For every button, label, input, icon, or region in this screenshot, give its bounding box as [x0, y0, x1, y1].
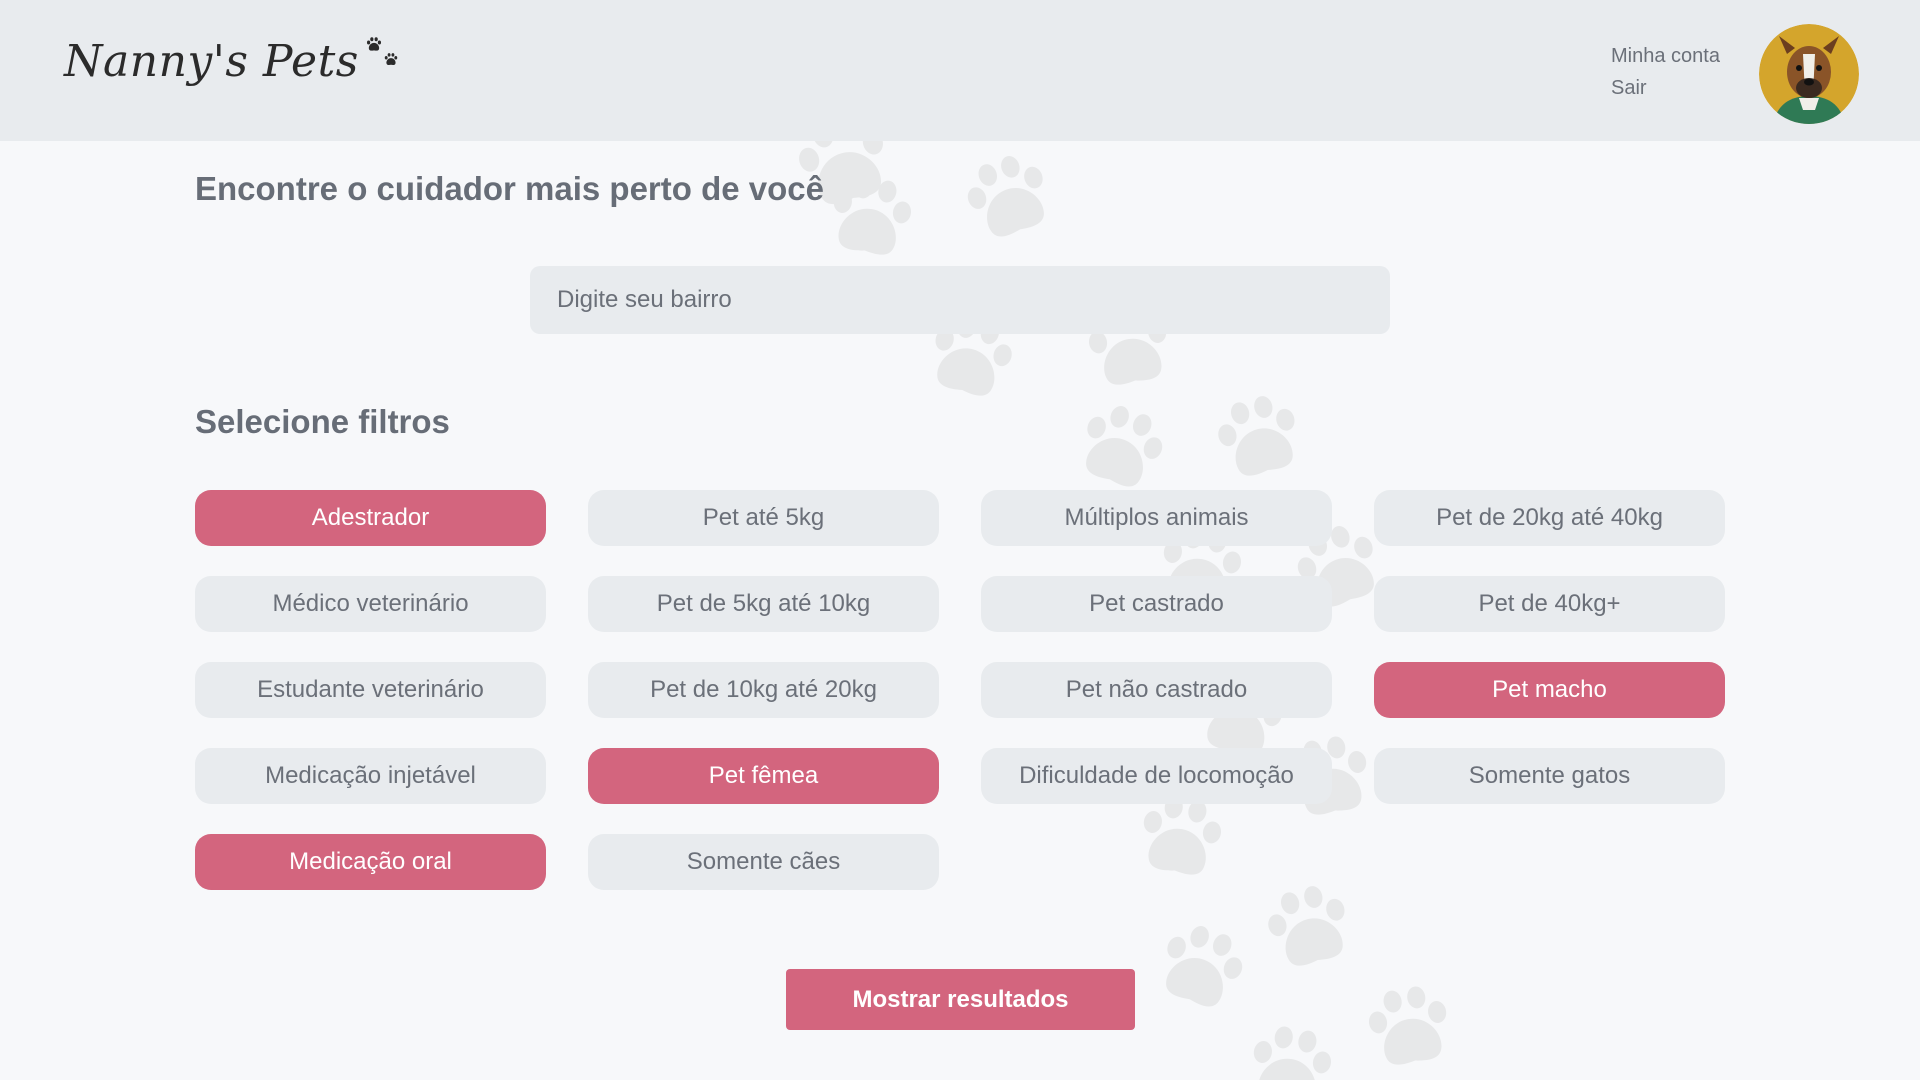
dog-avatar-icon	[1759, 24, 1859, 124]
filter-chip[interactable]: Pet de 5kg até 10kg	[588, 576, 939, 632]
filter-chip[interactable]: Medicação injetável	[195, 748, 546, 804]
logo[interactable]: Nanny's Pets	[64, 36, 407, 87]
app-header: Nanny's Pets Minha conta Sair	[0, 0, 1920, 141]
filter-chip[interactable]: Adestrador	[195, 490, 546, 546]
neighborhood-search-input[interactable]	[530, 266, 1390, 334]
filter-chip[interactable]: Pet de 10kg até 20kg	[588, 662, 939, 718]
filter-chip[interactable]: Pet não castrado	[981, 662, 1332, 718]
filter-chip[interactable]: Estudante veterinário	[195, 662, 546, 718]
filter-chip[interactable]: Pet fêmea	[588, 748, 939, 804]
my-account-link[interactable]: Minha conta	[1611, 40, 1720, 72]
account-menu: Minha conta Sair	[1611, 40, 1720, 104]
filter-chip[interactable]: Somente cães	[588, 834, 939, 890]
filter-chip[interactable]: Pet de 40kg+	[1374, 576, 1725, 632]
filter-chip[interactable]: Pet castrado	[981, 576, 1332, 632]
filter-chip[interactable]: Médico veterinário	[195, 576, 546, 632]
filter-chip[interactable]: Dificuldade de locomoção	[981, 748, 1332, 804]
search-title: Encontre o cuidador mais perto de você	[195, 170, 824, 207]
filter-chip[interactable]: Somente gatos	[1374, 748, 1725, 804]
avatar[interactable]	[1759, 24, 1859, 124]
filter-chip-grid: Adestrador Pet até 5kg Múltiplos animais…	[195, 490, 1725, 890]
filters-title: Selecione filtros	[195, 403, 450, 440]
show-results-button[interactable]: Mostrar resultados	[786, 969, 1135, 1030]
filter-chip[interactable]: Pet de 20kg até 40kg	[1374, 490, 1725, 546]
paw-print-icon	[363, 36, 407, 76]
filter-chip[interactable]: Pet macho	[1374, 662, 1725, 718]
filter-chip[interactable]: Pet até 5kg	[588, 490, 939, 546]
filter-chip[interactable]: Medicação oral	[195, 834, 546, 890]
logo-text: Nanny's Pets	[64, 36, 359, 87]
filter-chip[interactable]: Múltiplos animais	[981, 490, 1332, 546]
logout-link[interactable]: Sair	[1611, 72, 1720, 104]
